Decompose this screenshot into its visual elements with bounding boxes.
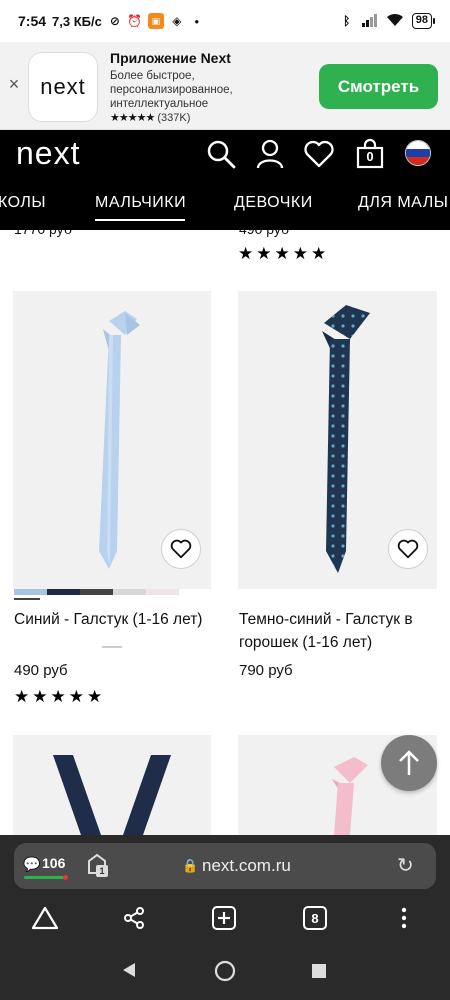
product-title-line: Темно-синий - Галстук в	[239, 611, 413, 628]
browser-toolbar: 8	[0, 894, 450, 942]
share-icon[interactable]	[120, 904, 148, 932]
tab-group-badge: 1	[96, 865, 108, 877]
address-bar[interactable]: 💬 106 1 🔒 next.com.ru ↻	[14, 843, 436, 889]
russia-flag-icon[interactable]	[405, 140, 431, 166]
tab-group-icon[interactable]: 1	[86, 853, 108, 877]
home-triangle-icon[interactable]	[31, 904, 59, 932]
swatch-navy[interactable]	[47, 589, 80, 595]
close-banner-icon[interactable]: ×	[6, 74, 22, 95]
more-menu-icon[interactable]	[390, 904, 418, 932]
rating-stars: ★★★★★	[110, 112, 155, 124]
tabs-counter-button[interactable]: 8	[301, 904, 329, 932]
swatch-dark-grey[interactable]	[80, 589, 113, 595]
divider	[102, 646, 122, 648]
search-icon[interactable]	[205, 138, 237, 170]
category-item[interactable]: КОЛЫ	[0, 194, 46, 212]
swatch-light-blue[interactable]	[14, 589, 47, 595]
app-rating: ★★★★★ (337K)	[110, 111, 190, 124]
comment-count: 106	[42, 855, 66, 871]
app-notification-icon: ▣	[147, 13, 164, 29]
add-to-favorites-heart-icon[interactable]	[161, 529, 201, 569]
status-bar: 7:54 7,3 КБ/с ⊘ ⏰ ▣ ◈ ● ᛒ 98	[0, 0, 450, 42]
product-image-light-blue-tie[interactable]	[13, 291, 211, 589]
color-swatches[interactable]	[14, 589, 179, 597]
comment-icon: 💬	[23, 856, 41, 872]
account-icon[interactable]	[254, 138, 286, 170]
lock-icon: 🔒	[182, 858, 199, 873]
product-price: 490 руб	[14, 662, 68, 679]
recents-icon[interactable]	[311, 963, 327, 984]
bluetooth-icon: ᛒ	[343, 14, 351, 28]
system-navigation-bar	[0, 942, 450, 1000]
app-install-banner: × next Приложение Next Более быстрое, пе…	[0, 42, 450, 130]
swatch-pink[interactable]	[146, 589, 179, 595]
product-image-suspenders[interactable]	[13, 735, 211, 835]
favorites-heart-icon[interactable]	[303, 138, 335, 170]
status-time: 7:54	[18, 13, 47, 29]
category-item-girls[interactable]: ДЕВОЧКИ	[234, 194, 313, 212]
selected-swatch-indicator	[14, 598, 40, 600]
site-header: next 0	[0, 130, 450, 178]
product-rating-stars: ★★★★★	[14, 687, 106, 706]
wifi-icon	[386, 13, 404, 30]
product-image-navy-polka-dot-tie[interactable]	[238, 291, 437, 589]
category-nav: КОЛЫ МАЛЬЧИКИ ДЕВОЧКИ ДЛЯ МАЛЫ	[0, 178, 450, 230]
alarm-icon: ⏰	[127, 14, 143, 28]
dot-icon: ●	[194, 16, 200, 26]
banner-title: Приложение Next	[110, 50, 231, 66]
app-logo: next	[28, 52, 98, 122]
new-tab-icon[interactable]	[210, 904, 238, 932]
add-to-favorites-heart-icon[interactable]	[388, 529, 428, 569]
basket-icon[interactable]: 0	[354, 138, 386, 170]
product-rating-stars: ★★★★★	[238, 244, 330, 263]
banner-desc-line: персонализированное,	[110, 84, 233, 96]
banner-desc-line: интеллектуальное	[110, 98, 209, 110]
site-logo[interactable]: next	[16, 135, 80, 172]
banner-desc-line: Более быстрое,	[110, 70, 195, 82]
signal-icon	[361, 13, 378, 30]
scroll-to-top-button[interactable]	[381, 735, 437, 791]
dnd-icon: ⊘	[109, 14, 120, 28]
category-item-babies[interactable]: ДЛЯ МАЛЫ	[358, 194, 448, 212]
tabs-count: 8	[303, 906, 327, 930]
product-title[interactable]: Синий - Галстук (1-16 лет)	[14, 608, 202, 631]
battery-indicator: 98	[411, 13, 436, 29]
notification-dot	[63, 875, 68, 880]
banner-description: Более быстрое, персонализированное, инте…	[110, 69, 310, 111]
selected-category-underline	[95, 219, 185, 221]
url-text[interactable]: next.com.ru	[202, 856, 291, 876]
back-icon[interactable]	[121, 961, 137, 984]
reload-icon[interactable]: ↻	[397, 853, 414, 878]
product-title-line: горошек (1-16 лет)	[239, 634, 373, 651]
swatch-grey[interactable]	[113, 589, 146, 595]
view-app-button[interactable]: Смотреть	[319, 64, 438, 109]
rating-count: (337K)	[157, 112, 191, 124]
progress-indicator	[24, 876, 64, 879]
basket-count: 0	[366, 149, 374, 164]
network-speed: 7,3 КБ/с	[52, 13, 102, 29]
shield-icon: ◈	[172, 14, 182, 28]
product-title[interactable]: Темно-синий - Галстук в горошек (1-16 ле…	[239, 608, 413, 654]
product-price: 790 руб	[239, 662, 293, 679]
category-item-boys[interactable]: МАЛЬЧИКИ	[95, 194, 186, 212]
home-icon[interactable]	[214, 960, 236, 987]
